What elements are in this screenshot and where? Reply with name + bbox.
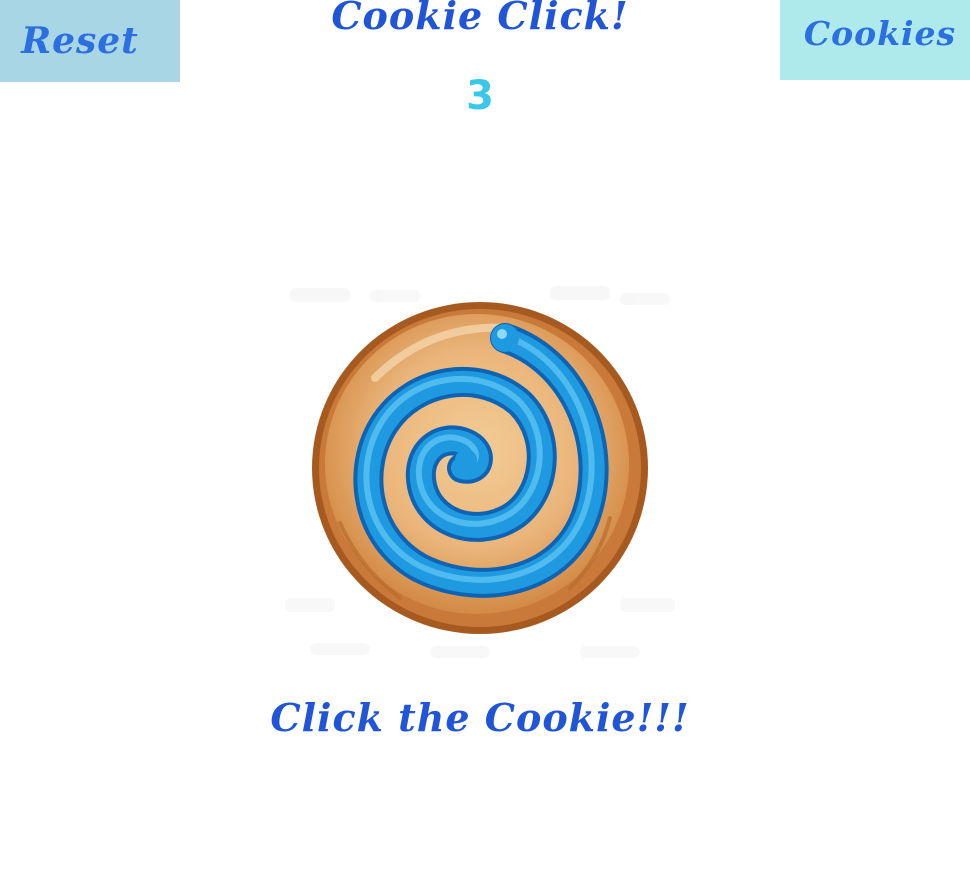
cookie-caption: Click the Cookie!!! [270, 695, 690, 740]
cookie-icon [285, 286, 675, 658]
page-title: Cookie Click! [331, 0, 629, 38]
reset-button[interactable]: Reset [0, 0, 180, 82]
cookies-button-label: Cookies [803, 13, 957, 53]
click-counter: 3 [466, 73, 494, 119]
cookie-button[interactable] [280, 268, 680, 668]
reset-button-label: Reset [21, 20, 139, 62]
cookies-button[interactable]: Cookies [780, 0, 970, 80]
